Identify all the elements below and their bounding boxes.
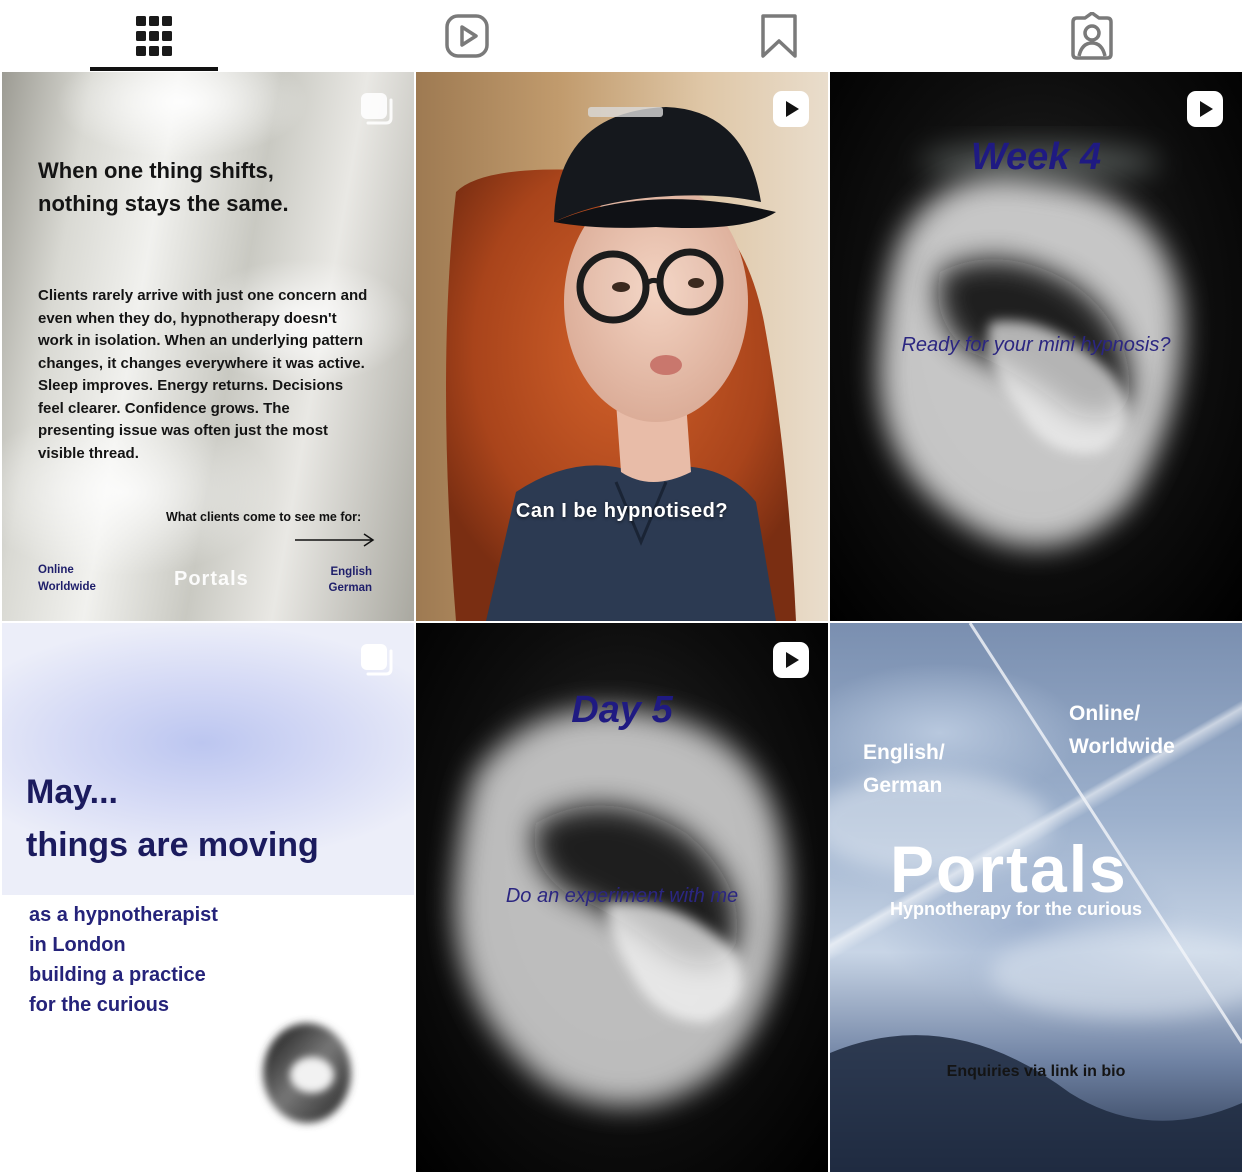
post-location-line: Worldwide	[1069, 735, 1175, 758]
blob-graphic	[263, 1023, 351, 1123]
reel-subtitle: Do an experiment with me	[505, 885, 739, 907]
tab-reels[interactable]	[403, 0, 531, 72]
post-heading: When one thing shifts, nothing stays the…	[38, 154, 378, 220]
profile-tab-bar	[0, 0, 1246, 72]
post-language-line: English	[330, 566, 372, 578]
reel-icon	[773, 642, 809, 678]
post-heading-line: nothing stays the same.	[38, 191, 289, 216]
post-heading-line: When one thing shifts,	[38, 158, 274, 183]
post-language-line: English/	[863, 741, 945, 764]
post-tile-4[interactable]: May... things are moving as a hypnothera…	[2, 623, 414, 1172]
reel-subtitle: Ready for your mini hypnosis?	[901, 334, 1171, 356]
post-body-line: building a practice	[29, 964, 206, 986]
portals-logo: Portals	[890, 832, 1128, 906]
reel-title: Week 4	[970, 136, 1102, 178]
enquiries-text: Enquiries via link in bio	[946, 1063, 1126, 1080]
post-tile-1[interactable]: When one thing shifts, nothing stays the…	[2, 72, 414, 621]
portals-logo: Portals	[174, 568, 249, 590]
reels-icon	[445, 14, 489, 58]
post-cta-text: What clients come to see me for:	[166, 510, 362, 524]
post-location-text: Online/ Worldwide	[1069, 697, 1175, 763]
post-language-text: English/ German	[863, 736, 945, 802]
grid-icon	[136, 16, 172, 56]
carousel-icon	[361, 93, 393, 125]
post-body-text: Clients rarely arrive with just one conc…	[38, 287, 368, 462]
post-body-line: for the curious	[29, 994, 170, 1016]
reel-title: Day 5	[571, 689, 673, 731]
post-tile-5[interactable]: Day 5 Do an experiment with me	[416, 623, 828, 1172]
post-tile-2[interactable]: Can I be hypnotised?	[416, 72, 828, 621]
tab-posts[interactable]	[90, 0, 218, 72]
post-location-line: Worldwide	[38, 581, 96, 593]
arrow-right-icon	[295, 533, 375, 547]
reel-icon	[773, 91, 809, 127]
reel-icon	[1187, 91, 1223, 127]
bookmark-icon	[761, 14, 797, 58]
carousel-icon	[361, 644, 393, 676]
post-language-line: German	[863, 774, 943, 797]
post-heading: May...	[26, 773, 118, 811]
post-tile-3[interactable]: Week 4 Ready for your mini hypnosis?	[830, 72, 1242, 621]
profile-photo	[416, 72, 828, 621]
post-language-line: German	[328, 582, 372, 594]
tab-saved[interactable]	[715, 0, 843, 72]
post-location-text: Online Worldwide	[38, 562, 96, 596]
brand-tagline: Hypnotherapy for the curious	[890, 899, 1143, 919]
tab-tagged[interactable]	[1028, 0, 1156, 72]
post-body-line: in London	[29, 934, 126, 956]
post-tile-6[interactable]: Online/ Worldwide English/ German Portal…	[830, 623, 1242, 1172]
post-location-line: Online	[38, 564, 74, 576]
post-body-line: as a hypnotherapist	[29, 904, 218, 926]
post-heading: things are moving	[26, 826, 319, 864]
post-language-text: English German	[329, 564, 372, 596]
tagged-user-icon	[1071, 12, 1113, 60]
reel-caption: Can I be hypnotised?	[515, 500, 729, 522]
post-location-line: Online/	[1069, 702, 1141, 725]
